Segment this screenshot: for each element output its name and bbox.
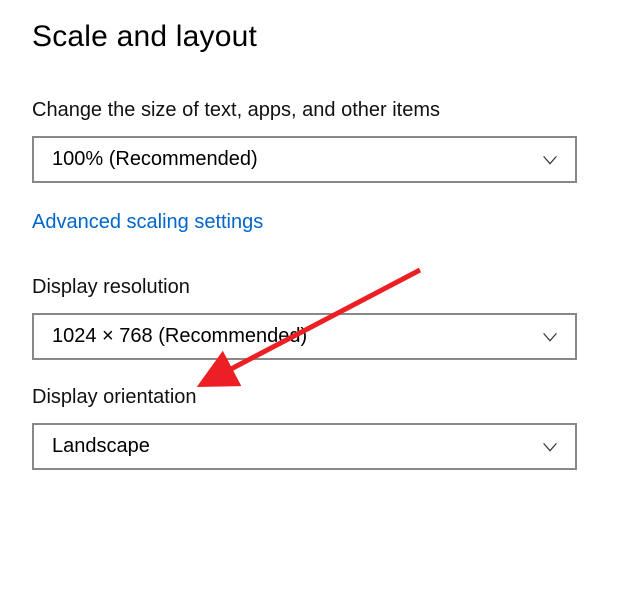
- scale-label: Change the size of text, apps, and other…: [32, 99, 604, 122]
- page-title: Scale and layout: [32, 20, 604, 54]
- resolution-dropdown[interactable]: 1024 × 768 (Recommended): [32, 313, 577, 360]
- resolution-label: Display resolution: [32, 276, 604, 299]
- orientation-dropdown[interactable]: Landscape: [32, 423, 577, 470]
- scale-selected-value: 100% (Recommended): [52, 148, 258, 171]
- chevron-down-icon: [539, 326, 561, 348]
- orientation-label: Display orientation: [32, 386, 604, 409]
- scale-dropdown[interactable]: 100% (Recommended): [32, 136, 577, 183]
- chevron-down-icon: [539, 149, 561, 171]
- chevron-down-icon: [539, 436, 561, 458]
- resolution-selected-value: 1024 × 768 (Recommended): [52, 325, 307, 348]
- advanced-scaling-link[interactable]: Advanced scaling settings: [32, 211, 263, 234]
- orientation-selected-value: Landscape: [52, 435, 150, 458]
